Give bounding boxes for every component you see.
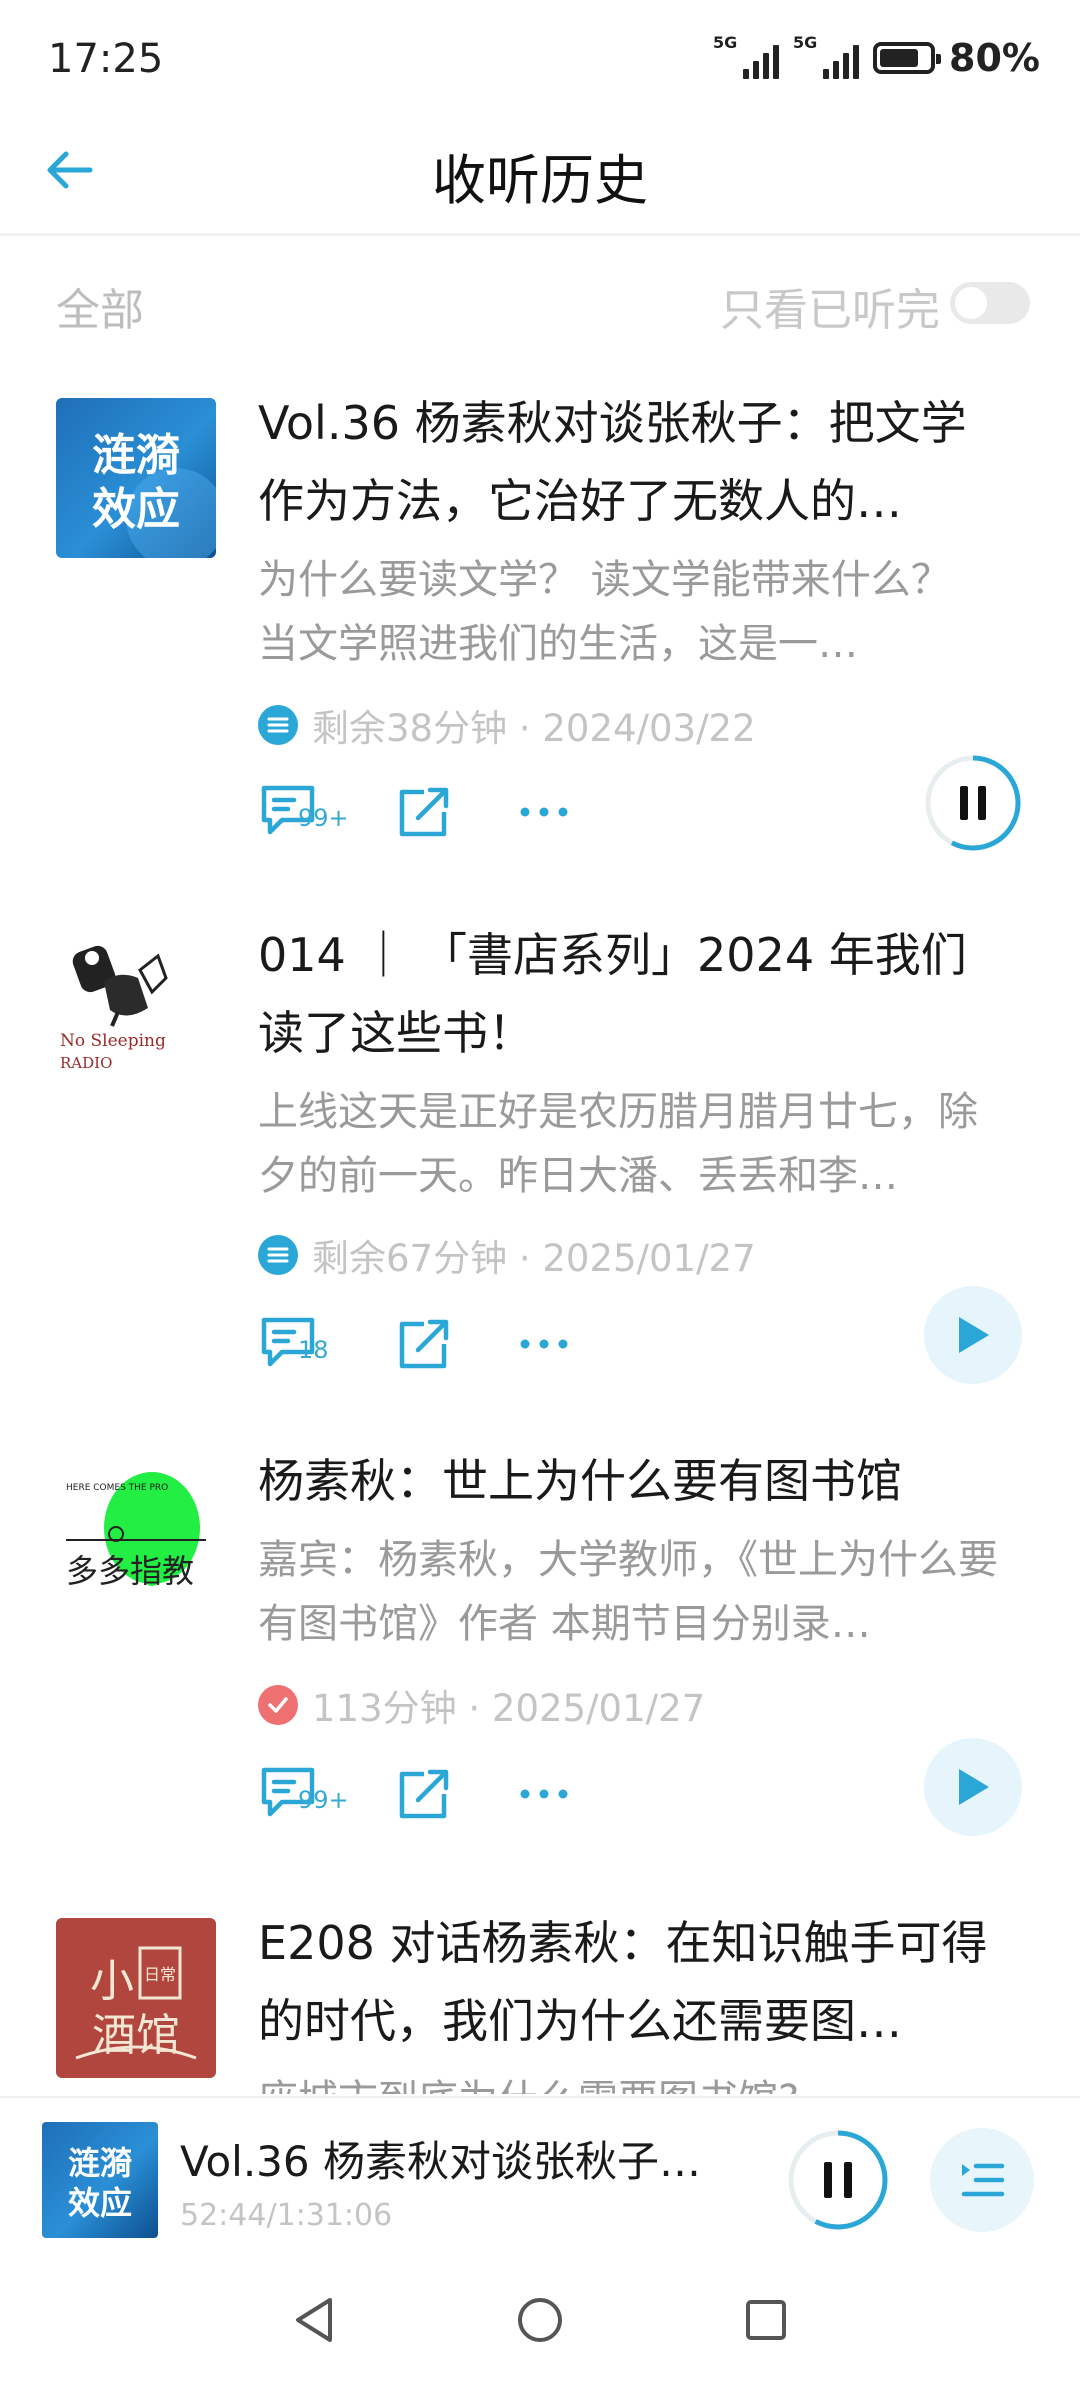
finished-only-toggle[interactable] (950, 282, 1030, 324)
comment-count: 18 (298, 1336, 329, 1364)
signal-icon-2: 5G (793, 33, 860, 79)
svg-text:效应: 效应 (68, 2184, 132, 2222)
play-button[interactable] (924, 1738, 1022, 1836)
mini-player[interactable]: 涟漪 效应 Vol.36 杨素秋对谈张秋子：… 52:44/1:31:06 (0, 2096, 1080, 2256)
episode-actions: 18 (258, 1314, 574, 1374)
square-recents-icon (746, 2300, 786, 2340)
triangle-back-icon (296, 2298, 332, 2342)
episode-title: 杨素秋：世上为什么要有图书馆 (258, 1454, 902, 1508)
comment-button[interactable]: 99+ (258, 782, 349, 842)
episode-title: Vol.36 杨素秋对谈张秋子：把文学作为方法，它治好了无数人的… (258, 396, 967, 528)
nav-home-button[interactable] (510, 2290, 570, 2350)
episode-item[interactable]: 小 日常 酒馆 E208 对话杨素秋：在知识触手可得的时代，我们为什么还需要图…… (0, 1918, 1080, 2094)
episode-title: E208 对话杨素秋：在知识触手可得的时代，我们为什么还需要图… (258, 1918, 988, 2048)
more-dots-icon (520, 807, 568, 817)
episode-meta: 113分钟 · 2025/01/27 (258, 1678, 705, 1732)
episode-cover: No Sleeping RADIO (56, 930, 216, 1090)
playlist-button[interactable] (930, 2128, 1034, 2232)
svg-text:涟漪: 涟漪 (68, 2144, 132, 2182)
mini-player-title: Vol.36 杨素秋对谈张秋子：… (180, 2137, 740, 2186)
list-icon (258, 1235, 298, 1275)
header: 收听历史 (0, 120, 1080, 235)
filter-row: 全部 只看已听完 (0, 262, 1080, 342)
svg-text:酒馆: 酒馆 (92, 2010, 180, 2061)
more-dots-icon (520, 1339, 568, 1349)
comment-count: 99+ (298, 1786, 349, 1814)
svg-text:No Sleeping: No Sleeping (60, 1031, 166, 1051)
episode-cover: HERE COMES THE PRO 多多指教 (56, 1456, 216, 1616)
play-button[interactable] (924, 1286, 1022, 1384)
share-button[interactable] (394, 1314, 454, 1374)
page-title: 收听历史 (432, 149, 648, 212)
pause-button[interactable] (924, 754, 1022, 852)
svg-text:小: 小 (90, 1956, 134, 2007)
episode-meta-text: 剩余67分钟 · 2025/01/27 (312, 1237, 756, 1280)
play-icon (959, 1769, 989, 1805)
svg-text:RADIO: RADIO (60, 1054, 112, 1072)
more-dots-icon (520, 1789, 568, 1799)
share-icon (399, 1769, 449, 1819)
episode-item[interactable]: No Sleeping RADIO 014 ｜ 「書店系列」2024 年我们读了… (0, 928, 1080, 1390)
status-indicators: 5G 5G 80% (713, 33, 1040, 80)
more-button[interactable] (514, 1314, 574, 1374)
episode-actions: 99+ (258, 1764, 574, 1824)
mini-player-pause-button[interactable] (786, 2128, 890, 2232)
cover-art: 小 日常 酒馆 (75, 1946, 197, 2061)
pause-progress-icon (788, 2130, 888, 2230)
nav-recents-button[interactable] (736, 2290, 796, 2350)
mini-player-time: 52:44/1:31:06 (180, 2198, 393, 2233)
episode-meta: 剩余67分钟 · 2025/01/27 (258, 1228, 756, 1282)
svg-text:效应: 效应 (92, 484, 180, 535)
episode-cover: 涟漪 效应 (56, 398, 216, 558)
playlist-icon (961, 2163, 1005, 2197)
episode-item[interactable]: HERE COMES THE PRO 多多指教 杨素秋：世上为什么要有图书馆 嘉… (0, 1454, 1080, 1896)
circle-home-icon (518, 2298, 562, 2342)
toggle-knob (955, 287, 987, 319)
filter-all-tab[interactable]: 全部 (56, 274, 144, 338)
share-icon (399, 787, 449, 837)
cover-art: 涟漪 效应 (92, 430, 216, 558)
share-icon (399, 1319, 449, 1369)
battery-icon (873, 42, 942, 74)
status-bar: 17:25 5G 5G 80% (0, 0, 1080, 120)
episode-meta-text: 113分钟 · 2025/01/27 (312, 1687, 706, 1730)
episode-meta: 剩余38分钟 · 2024/03/22 (258, 698, 756, 752)
more-button[interactable] (514, 782, 574, 842)
list-icon (258, 705, 298, 745)
svg-text:涟漪: 涟漪 (92, 430, 180, 481)
comment-count: 99+ (298, 804, 349, 832)
battery-percent: 80% (949, 36, 1040, 80)
header-divider (0, 233, 1080, 236)
episode-actions: 99+ (258, 782, 574, 842)
episode-item[interactable]: 涟漪 效应 Vol.36 杨素秋对谈张秋子：把文学作为方法，它治好了无数人的… … (0, 396, 1080, 898)
mini-player-cover: 涟漪 效应 (42, 2122, 158, 2238)
episode-description: 嘉宾：杨素秋，大学教师，《世上为什么要有图书馆》作者 本期节目分别录… (258, 1537, 998, 1647)
cover-art: HERE COMES THE PRO 多多指教 (66, 1472, 206, 1590)
check-circle-icon (258, 1685, 298, 1725)
episode-description: 上线这天是正好是农历腊月腊月廿七，除夕的前一天。昨日大潘、丢丢和李… (258, 1089, 978, 1199)
share-button[interactable] (394, 782, 454, 842)
episode-description: 为什么要读文学？ 读文学能带来什么？ 当文学照进我们的生活，这是一… (258, 557, 951, 667)
share-button[interactable] (394, 1764, 454, 1824)
cover-label: 多多指教 (66, 1552, 194, 1590)
system-nav-bar (0, 2256, 1080, 2382)
comment-button[interactable]: 18 (258, 1314, 338, 1374)
finished-only-label: 只看已听完 (720, 285, 940, 336)
svg-text:HERE COMES THE PRO: HERE COMES THE PRO (66, 1483, 168, 1493)
pause-progress-icon (925, 755, 1021, 851)
cover-art: No Sleeping RADIO (60, 945, 168, 1072)
episode-meta-text: 剩余38分钟 · 2024/03/22 (312, 707, 756, 750)
status-time: 17:25 (48, 36, 164, 82)
nav-back-button[interactable] (284, 2290, 344, 2350)
comment-button[interactable]: 99+ (258, 1764, 349, 1824)
episode-title: 014 ｜ 「書店系列」2024 年我们读了这些书！ (258, 928, 967, 1060)
signal-icon-1: 5G (713, 33, 780, 79)
more-button[interactable] (514, 1764, 574, 1824)
svg-text:日常: 日常 (144, 1965, 176, 1984)
play-icon (959, 1317, 989, 1353)
episode-description: 座城市到底为什么需要图书馆? (258, 2068, 998, 2094)
episode-cover: 小 日常 酒馆 (56, 1918, 216, 2078)
